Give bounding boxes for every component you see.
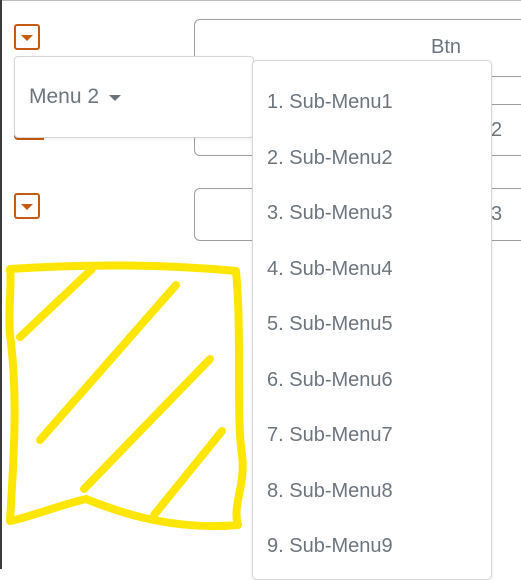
submenu-item-8[interactable]: 8. Sub-Menu8 [267,480,393,503]
dropdown-toggle-3[interactable] [14,193,40,219]
dropdown-toggle-1[interactable] [14,24,40,50]
submenu-item-2[interactable]: 2. Sub-Menu2 [267,147,393,170]
submenu-item-3[interactable]: 3. Sub-Menu3 [267,202,393,225]
button-3-label: 3 [491,203,503,225]
window-top-edge [0,0,521,1]
submenu-item-9[interactable]: 9. Sub-Menu9 [267,535,393,558]
submenu-item-5[interactable]: 5. Sub-Menu5 [267,313,393,336]
highlight-scribble-annotation [5,261,247,531]
submenu-item-7[interactable]: 7. Sub-Menu7 [267,424,393,447]
submenu-item-6[interactable]: 6. Sub-Menu6 [267,369,393,392]
button-2-label: 2 [491,119,503,141]
button-1-label: Btn [431,36,462,58]
submenu-panel: 1. Sub-Menu1 2. Sub-Menu2 3. Sub-Menu3 4… [252,60,492,580]
menu-dropdown[interactable]: Menu 2 [14,56,254,138]
caret-down-icon [21,204,33,210]
menu-label: Menu 2 [29,85,100,108]
submenu-item-4[interactable]: 4. Sub-Menu4 [267,258,393,281]
submenu-item-1[interactable]: 1. Sub-Menu1 [267,91,393,114]
caret-down-icon [21,35,33,41]
caret-down-icon [109,95,122,101]
